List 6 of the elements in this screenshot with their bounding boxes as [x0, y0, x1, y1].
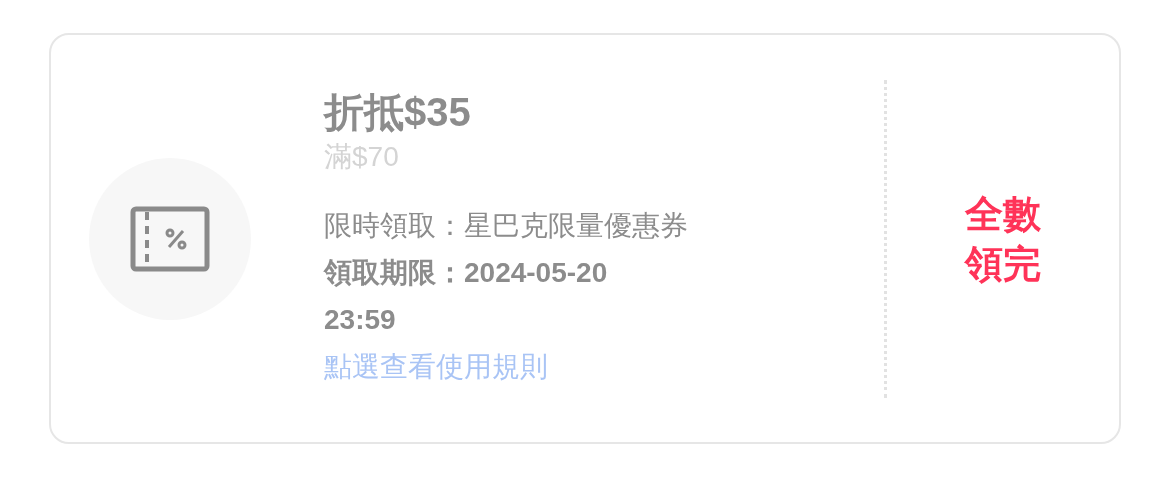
discount-title: 折抵$35: [324, 89, 472, 136]
coupon-detail: 限時領取：星巴克限量優惠券: [324, 209, 689, 243]
coupon-detail: 領取期限：2024-05-20 23:59: [324, 256, 609, 337]
status-label: 全數領完: [963, 191, 1042, 287]
rules-link[interactable]: 點選查看使用規則: [324, 343, 548, 390]
percent-sign: [165, 228, 187, 249]
